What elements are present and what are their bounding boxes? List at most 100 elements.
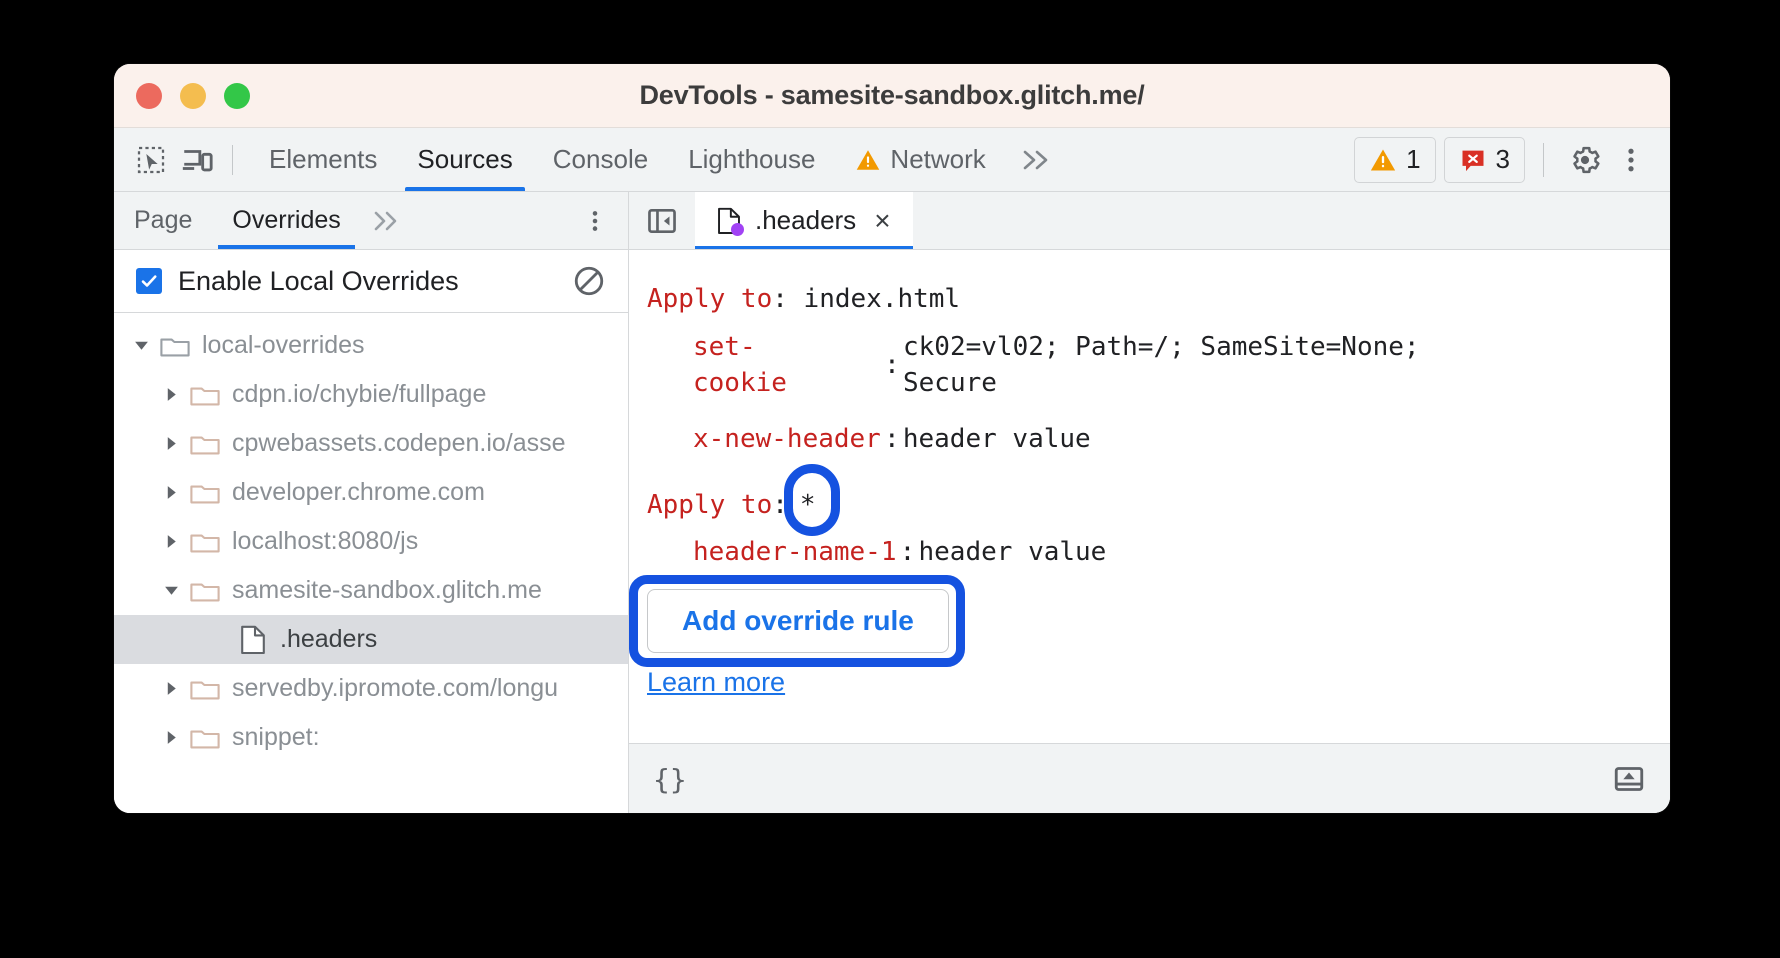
kebab-icon[interactable] [1608, 137, 1654, 183]
tree-row[interactable]: servedby.ipromote.com/longu [114, 664, 628, 713]
apply-to-value-2[interactable]: * [800, 490, 816, 520]
close-icon[interactable]: × [874, 207, 890, 235]
editor-tab-headers[interactable]: .headers × [695, 192, 913, 249]
header-value[interactable]: ck02=vl02; Path=/; SameSite=None; Secure [903, 330, 1420, 402]
sidebar-tab-overrides[interactable]: Overrides [212, 192, 360, 249]
enable-local-overrides-row[interactable]: Enable Local Overrides [114, 250, 628, 313]
format-code-button[interactable]: {} [653, 763, 687, 796]
sidebar-tab-overrides-label: Overrides [232, 206, 340, 235]
apply-to-value-1[interactable]: index.html [804, 284, 961, 314]
apply-to-line-2[interactable]: Apply to:* [647, 482, 1670, 530]
folder-icon [188, 480, 222, 506]
tree-row-label: developer.chrome.com [232, 478, 485, 507]
collapse-sidebar-icon[interactable] [629, 192, 695, 249]
folder-icon [188, 529, 222, 555]
window-title: DevTools - samesite-sandbox.glitch.me/ [639, 80, 1144, 111]
gear-icon[interactable] [1562, 137, 1608, 183]
header-name[interactable]: set- cookie [693, 330, 881, 402]
enable-overrides-label: Enable Local Overrides [178, 266, 459, 297]
enable-overrides-checkbox[interactable] [136, 268, 162, 294]
header-colon: : [881, 348, 903, 384]
folder-icon [188, 578, 222, 604]
tree-row[interactable]: snippet: [114, 713, 628, 762]
override-rule-2: Apply to:* header-name-1 : header value [629, 482, 1670, 578]
tree-row[interactable]: cdpn.io/chybie/fullpage [114, 370, 628, 419]
tab-network[interactable]: Network [835, 128, 1005, 191]
unsaved-changes-dot [731, 223, 744, 236]
apply-to-line-1[interactable]: Apply to: index.html [647, 276, 1670, 324]
check-icon [139, 271, 159, 291]
tree-row[interactable]: developer.chrome.com [114, 468, 628, 517]
tree-row-label: local-overrides [202, 331, 365, 360]
inspect-element-icon[interactable] [128, 137, 174, 183]
twisty-right-icon[interactable] [158, 484, 184, 501]
tree-row[interactable]: cpwebassets.codepen.io/asse [114, 419, 628, 468]
header-value[interactable]: header value [903, 422, 1091, 458]
header-row[interactable]: header-name-1 : header value [693, 529, 1670, 577]
sidebar-tab-page[interactable]: Page [114, 192, 212, 249]
header-colon: : [897, 535, 919, 571]
minimize-window-button[interactable] [180, 83, 206, 109]
sidebar-tab-page-label: Page [134, 206, 192, 235]
devtools-body: Page Overrides [114, 192, 1670, 813]
warning-count-chip[interactable]: 1 [1354, 137, 1435, 183]
twisty-down-icon[interactable] [158, 582, 184, 599]
tab-elements[interactable]: Elements [249, 128, 397, 191]
error-count-chip[interactable]: 3 [1444, 137, 1525, 183]
tab-lighthouse-label: Lighthouse [688, 144, 815, 175]
headers-editor-content[interactable]: Apply to: index.html set- cookie : ck02=… [629, 250, 1670, 743]
tree-row[interactable]: local-overrides [114, 321, 628, 370]
header-name[interactable]: x-new-header [693, 422, 881, 458]
close-window-button[interactable] [136, 83, 162, 109]
error-count: 3 [1496, 144, 1510, 175]
folder-icon [188, 725, 222, 751]
add-override-rule-button[interactable]: Add override rule [647, 589, 949, 653]
header-name[interactable]: header-name-1 [693, 535, 897, 571]
tab-lighthouse[interactable]: Lighthouse [668, 128, 835, 191]
device-toolbar-icon[interactable] [174, 137, 220, 183]
tab-network-label: Network [890, 144, 985, 175]
editor-tabbar: .headers × [629, 192, 1670, 250]
learn-more-link[interactable]: Learn more [647, 667, 785, 698]
zoom-window-button[interactable] [224, 83, 250, 109]
warning-count: 1 [1406, 144, 1420, 175]
twisty-down-icon[interactable] [128, 337, 154, 354]
tree-row-label: snippet: [232, 723, 320, 752]
panel-tabs: Elements Sources Console Lighthouse [249, 128, 1068, 191]
tree-row[interactable]: localhost:8080/js [114, 517, 628, 566]
sidebar-kebab-icon[interactable] [562, 192, 628, 249]
header-value[interactable]: header value [919, 535, 1107, 571]
show-drawer-icon[interactable] [1612, 762, 1646, 796]
tree-row[interactable]: samesite-sandbox.glitch.me [114, 566, 628, 615]
folder-icon [158, 333, 192, 359]
apply-to-label-2: Apply to [647, 490, 772, 520]
header-row[interactable]: set- cookie : ck02=vl02; Path=/; SameSit… [693, 324, 1670, 408]
twisty-right-icon[interactable] [158, 680, 184, 697]
header-row[interactable]: x-new-header : header value [693, 408, 1670, 464]
tab-sources-label: Sources [417, 144, 512, 175]
editor-pane: .headers × Apply to: index.html set- coo… [629, 192, 1670, 813]
sidebar-nav-tabs: Page Overrides [114, 192, 628, 250]
tree-row-headers-file[interactable]: .headers [114, 615, 628, 664]
tree-row-label: cpwebassets.codepen.io/asse [232, 429, 566, 458]
file-icon [717, 207, 741, 235]
apply-to-value-2-highlight: * [788, 488, 828, 524]
toolbar-right-controls: 1 3 [1346, 137, 1654, 183]
more-panels-icon[interactable] [1006, 128, 1068, 191]
traffic-lights [136, 83, 250, 109]
more-sidebar-tabs-icon[interactable] [361, 192, 413, 249]
twisty-right-icon[interactable] [158, 729, 184, 746]
twisty-right-icon[interactable] [158, 435, 184, 452]
devtools-toolbar: Elements Sources Console Lighthouse [114, 128, 1670, 192]
warning-triangle-icon [1369, 146, 1397, 174]
tree-row-label: localhost:8080/js [232, 527, 418, 556]
twisty-right-icon[interactable] [158, 386, 184, 403]
folder-icon [188, 431, 222, 457]
error-badge-icon [1459, 146, 1487, 174]
editor-tab-label: .headers [755, 205, 856, 236]
twisty-right-icon[interactable] [158, 533, 184, 550]
tab-console[interactable]: Console [533, 128, 668, 191]
clear-configuration-icon[interactable] [572, 264, 606, 298]
override-rule-1: Apply to: index.html set- cookie : ck02=… [629, 276, 1670, 464]
tab-sources[interactable]: Sources [397, 128, 532, 191]
